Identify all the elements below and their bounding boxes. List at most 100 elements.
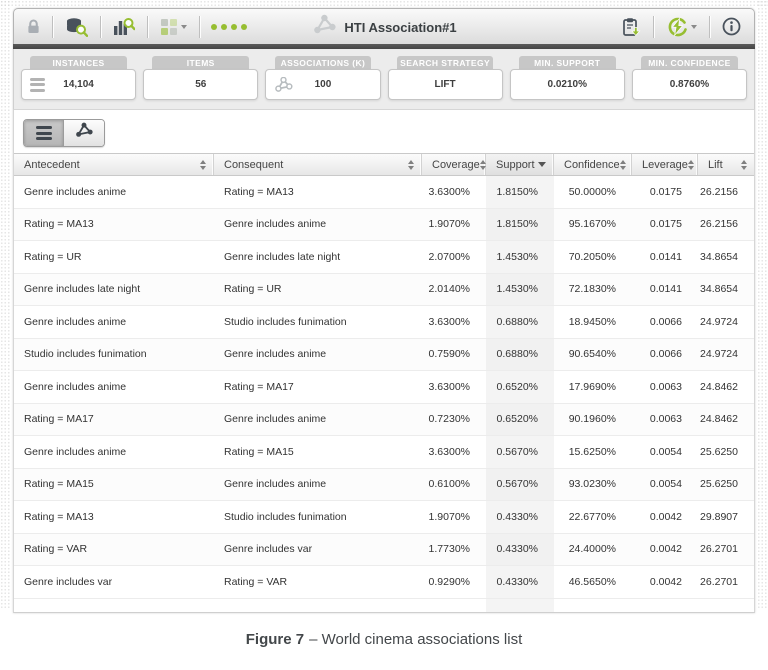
coverage-cell: 0.6100% <box>428 478 470 491</box>
tab-list-view[interactable] <box>24 120 64 146</box>
support-cell: 1.4530% <box>486 241 554 273</box>
consequent-cell: Studio includes funimation <box>224 510 347 523</box>
table-row[interactable]: Rating = VAR Genre includes var 1.7730% 0.4… <box>14 533 754 566</box>
info-icon[interactable] <box>719 17 744 36</box>
stat-card-search-strategy: SEARCH STRATEGY LIFT <box>387 56 503 100</box>
view-toggle-bar <box>14 110 754 153</box>
table-row[interactable]: Genre includes var Rating = VAR 0.9290% 0.4… <box>14 566 754 599</box>
confidence-cell: 50.0000% <box>568 185 616 198</box>
table-row[interactable]: Rating = MA13 Genre includes anime 1.9070%… <box>14 208 754 241</box>
coverage-cell: 0.9290% <box>428 575 470 588</box>
consequent-cell: Rating = MA15 <box>224 445 294 458</box>
consequent-cell: Studio includes funimation <box>224 315 347 328</box>
sort-icon <box>619 159 626 170</box>
table-row[interactable]: Rating = MA13 Studio includes funimation 1… <box>14 501 754 534</box>
figure-border-texture <box>0 0 768 7</box>
table-row[interactable]: Rating = MA15 Genre includes anime 0.6100%… <box>14 468 754 501</box>
consequent-cell: Rating = VAR <box>224 575 288 588</box>
consequent-cell: Genre includes anime <box>224 478 327 491</box>
confidence-cell: 90.1960% <box>568 413 616 426</box>
stat-card-min-confidence: MIN. CONFIDENCE 0.8760% <box>631 56 748 100</box>
table-row[interactable]: Studio includes funimation Genre includes… <box>14 338 754 371</box>
table-row[interactable]: Genre includes anime Rating = MA15 3.6300%… <box>14 436 754 469</box>
run-icon[interactable] <box>663 16 700 37</box>
chart-search-icon[interactable] <box>110 17 138 37</box>
toolbar-divider <box>709 15 710 38</box>
toolbar-divider <box>147 15 148 38</box>
data-search-icon[interactable] <box>62 17 91 37</box>
column-header-antecedent[interactable]: Antecedent <box>14 154 214 175</box>
sort-icon <box>741 159 747 170</box>
leverage-cell: 0.0042 <box>649 510 682 523</box>
sort-icon <box>200 159 206 170</box>
confidence-cell: 18.9450% <box>568 315 616 328</box>
column-header-consequent[interactable]: Consequent <box>214 154 422 175</box>
toolbar-divider <box>653 15 654 38</box>
empty-cell <box>14 599 214 612</box>
figure-caption-text: – World cinema associations list <box>309 631 523 648</box>
lift-cell: 24.9724 <box>700 348 738 361</box>
confidence-cell: 24.4000% <box>568 543 616 556</box>
column-header-lift[interactable]: Lift <box>698 154 754 175</box>
antecedent-cell: Studio includes funimation <box>24 348 147 361</box>
confidence-cell: 95.1670% <box>568 218 616 231</box>
stat-card-min-support: MIN. SUPPORT 0.0210% <box>509 56 625 100</box>
column-header-confidence[interactable]: Confidence <box>554 154 632 175</box>
antecedent-cell: Genre includes var <box>24 575 113 588</box>
chevron-down-icon <box>181 24 187 29</box>
consequent-cell: Rating = MA13 <box>224 185 294 198</box>
lift-cell: 24.9724 <box>700 315 738 328</box>
confidence-cell: 15.6250% <box>568 445 616 458</box>
column-header-support[interactable]: Support <box>486 154 554 175</box>
column-header-coverage[interactable]: Coverage <box>422 154 486 175</box>
table-row[interactable]: Genre includes anime Rating = MA17 3.6300%… <box>14 371 754 404</box>
leverage-cell: 0.0054 <box>649 478 682 491</box>
stat-value: 14,104 <box>21 69 137 100</box>
figure-caption: Figure 7– World cinema associations list <box>0 631 768 648</box>
leverage-cell: 0.0042 <box>649 575 682 588</box>
table-row[interactable]: Genre includes anime Rating = MA13 3.6300%… <box>14 176 754 209</box>
sort-icon <box>479 159 486 170</box>
table-row[interactable]: Genre includes anime Studio includes funi… <box>14 306 754 339</box>
support-cell: 0.6880% <box>486 338 554 370</box>
lift-cell: 26.2156 <box>700 218 738 231</box>
stat-value: 100 <box>265 69 381 100</box>
stat-card-items: ITEMS 56 <box>143 56 259 100</box>
lift-cell: 26.2701 <box>700 575 738 588</box>
association-app-window: HTI Association#1 INSTANCES 14,104 ITEMS… <box>13 8 755 613</box>
figure-border-texture <box>0 0 11 610</box>
stat-card-associations: ASSOCIATIONS (K) 100 <box>265 56 381 100</box>
network-icon <box>74 122 94 144</box>
lift-cell: 24.8462 <box>700 413 738 426</box>
coverage-cell: 3.6300% <box>428 380 470 393</box>
toolbar: HTI Association#1 <box>13 8 755 44</box>
leverage-cell: 0.0054 <box>649 445 682 458</box>
support-cell: 0.5670% <box>486 468 554 500</box>
export-report-icon[interactable] <box>618 17 644 37</box>
lock-icon[interactable] <box>24 19 43 34</box>
figure-page: HTI Association#1 INSTANCES 14,104 ITEMS… <box>0 0 768 670</box>
stat-value: 0.0210% <box>509 69 625 100</box>
leverage-cell: 0.0042 <box>649 543 682 556</box>
antecedent-cell: Rating = MA13 <box>24 218 94 231</box>
tiles-dropdown-icon[interactable] <box>157 18 190 36</box>
consequent-cell: Genre includes late night <box>224 250 341 263</box>
leverage-cell: 0.0066 <box>649 315 682 328</box>
table-row[interactable]: Rating = UR Genre includes late night 2.07… <box>14 241 754 274</box>
support-cell: 0.6520% <box>486 371 554 403</box>
confidence-cell: 17.9690% <box>568 380 616 393</box>
lift-cell: 25.6250 <box>700 445 738 458</box>
column-header-leverage[interactable]: Leverage <box>632 154 698 175</box>
table-row[interactable]: Rating = MA17 Genre includes anime 0.7230%… <box>14 403 754 436</box>
antecedent-cell: Genre includes anime <box>24 445 127 458</box>
coverage-cell: 0.7230% <box>428 413 470 426</box>
support-cell: 1.8150% <box>486 176 554 208</box>
empty-cell <box>486 598 554 612</box>
coverage-cell: 1.9070% <box>428 218 470 231</box>
tab-network-view[interactable] <box>64 120 104 146</box>
table-body: Genre includes anime Rating = MA13 3.6300%… <box>14 176 754 612</box>
antecedent-cell: Rating = MA15 <box>24 478 94 491</box>
table-row[interactable]: Genre includes late night Rating = UR 2.01… <box>14 273 754 306</box>
window-title-group: HTI Association#1 <box>311 9 457 45</box>
support-cell: 0.6520% <box>486 403 554 435</box>
